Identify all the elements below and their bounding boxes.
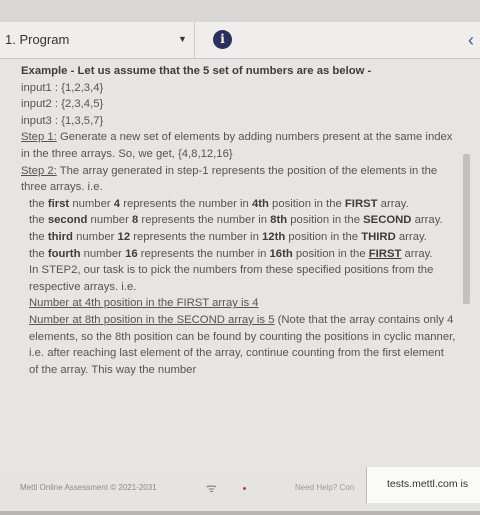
position-line-1: the first number 4 represents the number… [29,197,409,210]
pick-line-1: Number at 4th position in the FIRST arra… [29,297,259,310]
wifi-icon: ᯤ [206,481,217,495]
question-selector[interactable]: 1. Program ▼ [0,22,195,58]
step2-label: Step 2: [21,164,57,177]
url-tooltip: tests.mettl.com is [366,467,480,503]
chevron-down-icon[interactable]: ▼ [178,34,187,44]
input3-line: input3 : {1,3,5,7} [21,114,104,127]
position-line-4: the fourth number 16 represents the numb… [29,247,433,260]
input2-line: input2 : {2,3,4,5} [21,98,104,111]
step2-text: The array generated in step-1 represents… [21,164,438,194]
step1-paragraph: Step 1: Generate a new set of elements b… [21,129,456,162]
step1-text: Generate a new set of elements by adding… [21,131,453,160]
step1-label: Step 1: [21,131,57,144]
problem-text: Example - Let us assume that the 5 set o… [21,63,456,378]
question-header: 1. Program ▼ i ‹ [0,22,480,59]
footer-brand: Mettl Online Assessment © 2021-2031 [20,483,157,492]
collapse-panel-icon[interactable]: ‹ [468,30,474,51]
position-line-3: the third number 12 represents the numbe… [29,230,427,243]
need-help-link[interactable]: Need Help? Con [295,483,354,492]
input1-line: input1 : {1,2,3,4} [21,81,104,94]
problem-statement-panel: Example - Let us assume that the 5 set o… [0,59,480,467]
step2-note: In STEP2, our task is to pick the number… [29,264,434,293]
question-label: 1. Program [5,32,70,47]
url-text: tests.mettl.com is [387,478,469,490]
position-line-2: the second number 8 represents the numbe… [29,214,443,227]
footer: Mettl Online Assessment © 2021-2031 ᯤ Ne… [0,467,480,515]
info-icon[interactable]: i [213,30,232,49]
scrollbar[interactable] [463,154,470,304]
status-dot [243,487,246,490]
example-heading: Example - Let us assume that the 5 set o… [21,65,372,77]
pick-line-2: Number at 8th position in the SECOND arr… [29,313,456,376]
bottom-divider [0,511,480,515]
step2-paragraph: Step 2: The array generated in step-1 re… [21,163,456,196]
